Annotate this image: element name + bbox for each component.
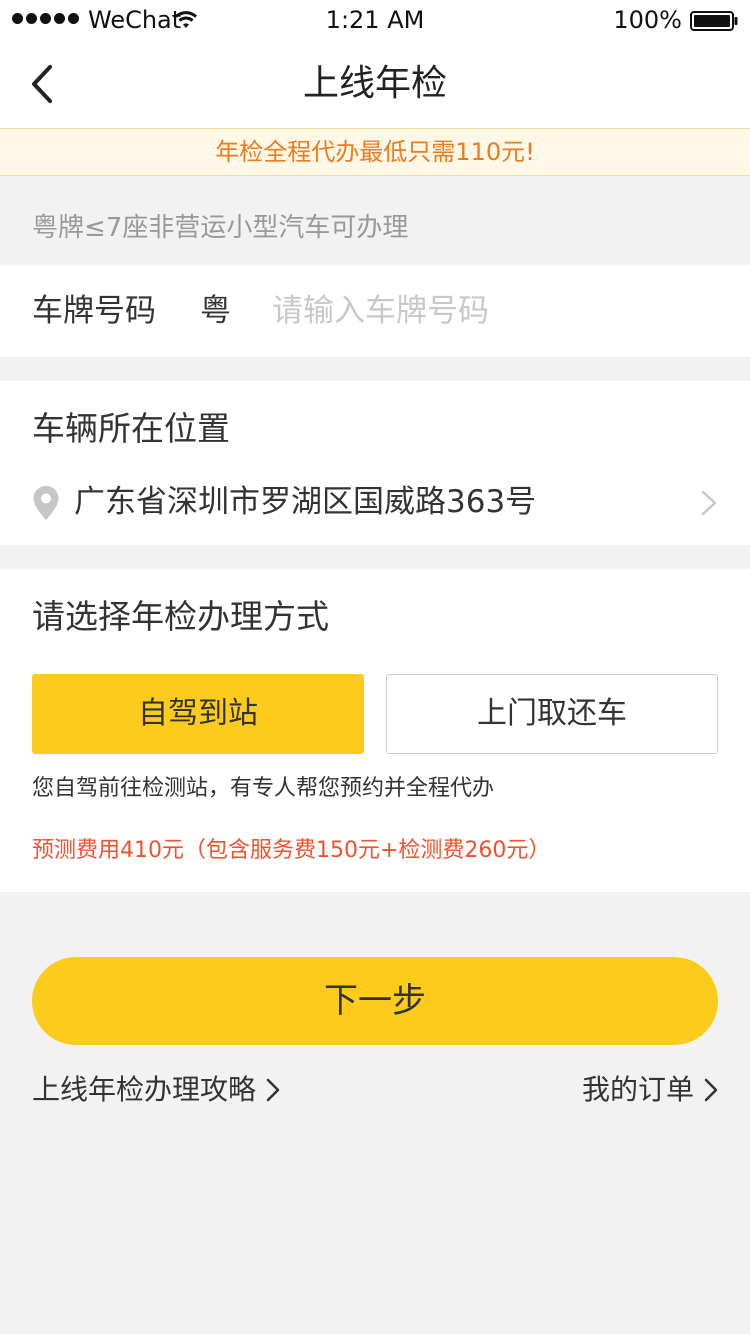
self-drive-option-button[interactable]: 自驾到站 [32,674,364,754]
location-pin-icon [33,486,59,520]
my-orders-label: 我的订单 [581,1073,694,1106]
battery-icon [690,11,738,31]
plate-number-input[interactable] [272,285,712,337]
my-orders-link[interactable]: 我的订单 [582,1070,718,1110]
navigation-bar: 上线年检 [0,40,750,128]
back-button[interactable] [18,60,66,108]
location-section-title: 车辆所在位置 [32,409,230,448]
page-title: 上线年检 [302,63,447,104]
battery-percentage: 100% [613,6,682,34]
promo-banner: 年检全程代办最低只需110元! [0,128,750,176]
status-bar: WeChat 1:21 AM 100% [0,0,750,40]
inspection-method-section: 请选择年检办理方式 自驾到站 上门取还车 您自驾前往检测站，有专人帮您预约并全程… [0,569,750,892]
inspection-guide-link[interactable]: 上线年检办理攻略 [32,1070,280,1110]
location-address: 广东省深圳市罗湖区国威路363号 [74,484,537,520]
estimated-fee-text: 预测费用410元（包含服务费150元+检测费260元） [32,838,551,863]
plate-number-label: 车牌号码 [32,293,156,329]
plate-province-prefix[interactable]: 粤 [200,265,231,357]
eligibility-note: 粤牌≤7座非营运小型汽车可办理 [32,213,409,243]
chevron-right-icon [704,1078,718,1102]
inspection-guide-label: 上线年检办理攻略 [32,1073,257,1106]
method-description: 您自驾前往检测站，有专人帮您预约并全程代办 [32,776,495,801]
chevron-right-icon [701,490,717,516]
plate-number-row: 车牌号码 粤 [0,265,750,357]
vehicle-location-section: 车辆所在位置 广东省深圳市罗湖区国威路363号 [0,381,750,545]
chevron-left-icon [32,65,52,103]
method-section-title: 请选择年检办理方式 [32,597,329,636]
chevron-right-icon [266,1078,280,1102]
pickup-return-option-button[interactable]: 上门取还车 [386,674,718,754]
location-select-row[interactable]: 广东省深圳市罗湖区国威路363号 [0,473,750,545]
next-step-button[interactable]: 下一步 [32,957,718,1045]
